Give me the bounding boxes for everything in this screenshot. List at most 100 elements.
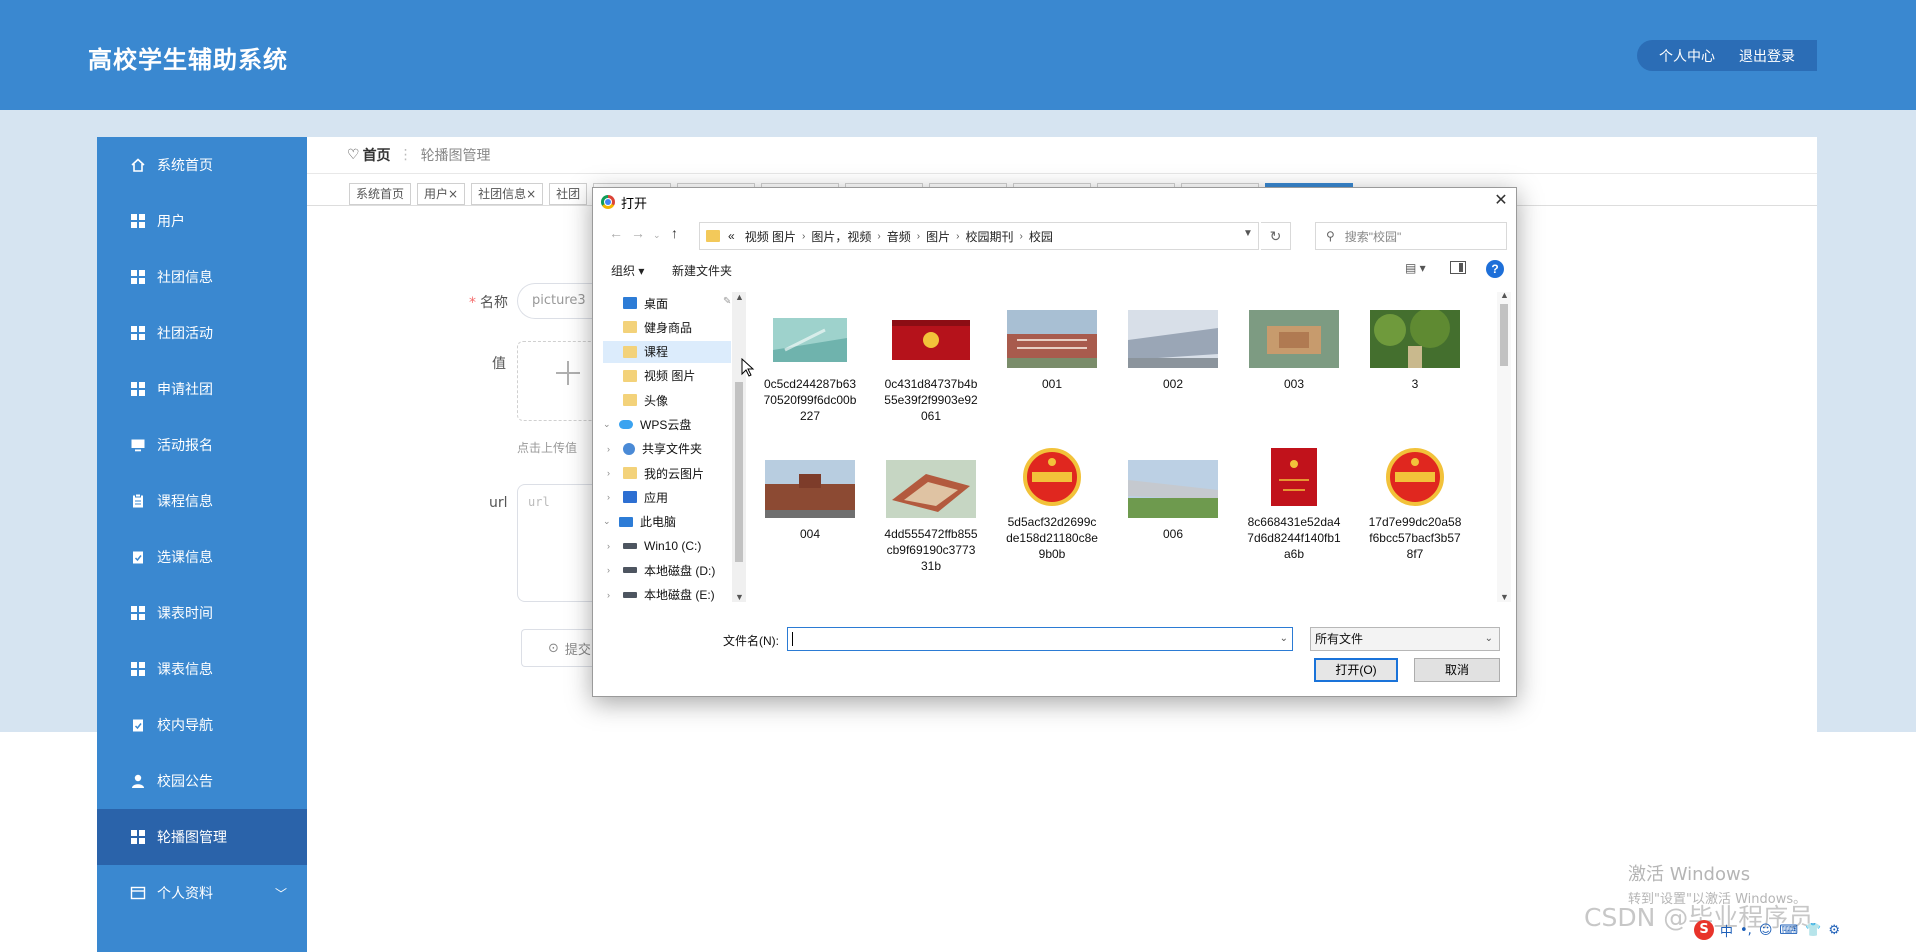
close-icon[interactable]: ✕ xyxy=(1489,190,1513,212)
ime-skin-icon[interactable]: 👕 xyxy=(1805,923,1821,938)
sidebar-item-course-info[interactable]: 课程信息 xyxy=(97,473,307,529)
expand-chevron-icon[interactable]: › xyxy=(607,492,617,502)
tree-item[interactable]: › 共享文件夹 xyxy=(603,438,731,460)
sidebar-item-club-activity[interactable]: 社团活动 xyxy=(97,305,307,361)
tree-item[interactable]: › 我的云图片 xyxy=(603,462,731,484)
path-segment[interactable]: 音频 xyxy=(887,228,911,245)
sidebar-item-campus-nav[interactable]: 校内导航 xyxy=(97,697,307,753)
filename-input[interactable]: ⌄ xyxy=(787,627,1293,651)
file-item[interactable]: 002 xyxy=(1118,310,1228,392)
url-textarea[interactable]: url xyxy=(517,484,597,602)
scrollbar-thumb[interactable] xyxy=(735,382,743,562)
tree-item[interactable]: 头像 xyxy=(603,389,731,411)
close-icon[interactable]: × xyxy=(448,187,458,201)
tree-scrollbar[interactable]: ▲ ▼ xyxy=(732,292,746,602)
pin-icon[interactable]: ✎ xyxy=(723,296,731,307)
tree-item[interactable]: 桌面 xyxy=(603,292,731,314)
sogou-logo-icon[interactable]: S xyxy=(1694,920,1714,940)
help-icon[interactable]: ? xyxy=(1486,260,1504,278)
tree-item[interactable]: 课程 xyxy=(603,340,731,363)
sidebar-item-apply-club[interactable]: 申请社团 xyxy=(97,361,307,417)
sidebar-item-users[interactable]: 用户 xyxy=(97,193,307,249)
ime-keyboard-icon[interactable]: ⌨ xyxy=(1779,923,1798,938)
tree-item[interactable]: › 本地磁盘 (E:) xyxy=(603,584,731,602)
tree-item[interactable]: › Win10 (C:) xyxy=(603,535,731,557)
expand-chevron-icon[interactable]: › xyxy=(607,541,617,551)
file-item[interactable]: 003 xyxy=(1239,310,1349,392)
scroll-down-icon[interactable]: ▼ xyxy=(1500,592,1509,602)
up-arrow-icon[interactable]: ↑ xyxy=(671,225,678,241)
path-segment[interactable]: 校园 xyxy=(1029,228,1053,245)
file-item[interactable]: 0c431d84737b4b55e39f2f9903e92061 xyxy=(876,310,986,424)
file-item[interactable]: 006 xyxy=(1118,460,1228,542)
breadcrumb-home[interactable]: 首页 xyxy=(363,145,391,165)
tree-item[interactable]: › 应用 xyxy=(603,486,731,508)
tab-home[interactable]: 系统首页 xyxy=(349,183,412,205)
path-segment[interactable]: 图片 xyxy=(926,228,950,245)
new-folder-button[interactable]: 新建文件夹 xyxy=(672,262,732,279)
refresh-button[interactable]: ↻ xyxy=(1261,222,1291,250)
expand-chevron-icon[interactable]: › xyxy=(607,565,617,575)
organize-button[interactable]: 组织 ▾ xyxy=(611,262,644,279)
sidebar-item-announcements[interactable]: 校园公告 xyxy=(97,753,307,809)
chevron-down-icon[interactable]: ⌄ xyxy=(1280,633,1288,644)
back-arrow-icon[interactable]: ← xyxy=(609,225,623,241)
close-icon[interactable]: × xyxy=(526,187,536,201)
tree-item[interactable]: 视频 图片 xyxy=(603,365,731,387)
scrollbar-thumb[interactable] xyxy=(1500,304,1508,366)
tab-users[interactable]: 用户× xyxy=(417,183,466,205)
path-segment[interactable]: 视频 图片 xyxy=(745,228,796,245)
logout-link[interactable]: 退出登录 xyxy=(1739,46,1795,66)
history-chevron-icon[interactable]: ⌄ xyxy=(653,230,661,241)
ime-mode[interactable]: 中 xyxy=(1720,921,1733,940)
sidebar-item-schedule-info[interactable]: 课表信息 xyxy=(97,641,307,697)
file-item[interactable]: 0c5cd244287b6370520f99f6dc00b227 xyxy=(755,310,865,424)
sidebar-item-home[interactable]: 系统首页 xyxy=(97,137,307,193)
cancel-button[interactable]: 取消 xyxy=(1414,658,1500,682)
scroll-up-icon[interactable]: ▲ xyxy=(735,292,744,302)
scroll-up-icon[interactable]: ▲ xyxy=(1500,290,1509,300)
scroll-down-icon[interactable]: ▼ xyxy=(735,592,744,602)
address-bar[interactable]: « 视频 图片 › 图片，视频 › 音频 › 图片 › 校园期刊 › 校园 xyxy=(699,222,1259,250)
ime-settings-icon[interactable]: ⚙ xyxy=(1828,923,1840,938)
forward-arrow-icon[interactable]: → xyxy=(631,225,645,241)
view-options-icon[interactable]: ▤ ▾ xyxy=(1405,261,1435,275)
file-item[interactable]: 4dd555472ffb855cb9f69190c377331b xyxy=(876,460,986,574)
file-scrollbar[interactable]: ▲ ▼ xyxy=(1497,290,1511,602)
sidebar-item-club-info[interactable]: 社团信息 xyxy=(97,249,307,305)
file-item[interactable]: 17d7e99dc20a58f6bcc57bacf3b578f7 xyxy=(1360,448,1470,562)
expand-chevron-icon[interactable]: › xyxy=(607,468,617,478)
file-item[interactable]: 8c668431e52da47d6d8244f140fb1a6b xyxy=(1239,448,1349,562)
sidebar-item-course-selection[interactable]: 选课信息 xyxy=(97,529,307,585)
ime-emoji-icon[interactable]: ☺ xyxy=(1759,923,1773,938)
tree-item[interactable]: ⌄ 此电脑 xyxy=(603,511,731,533)
chevron-down-icon[interactable]: ▼ xyxy=(1243,228,1253,239)
file-item[interactable]: 004 xyxy=(755,460,865,542)
file-item[interactable]: 5d5acf32d2699cde158d21180c8e9b0b xyxy=(997,448,1107,562)
expanded-chevron-icon[interactable]: ⌄ xyxy=(603,419,613,430)
search-input[interactable]: ⚲ 搜索"校园" xyxy=(1315,222,1507,250)
path-segment[interactable]: 图片，视频 xyxy=(811,228,871,245)
open-button[interactable]: 打开(O) xyxy=(1314,658,1398,682)
tree-item[interactable]: ⌄ WPS云盘 xyxy=(603,414,731,436)
submit-button[interactable]: ⊙ 提交 xyxy=(521,629,597,667)
tab-club[interactable]: 社团 xyxy=(549,183,588,205)
sidebar-item-profile[interactable]: 个人资料 ﹀ xyxy=(97,865,307,921)
tree-item[interactable]: › 本地磁盘 (D:) xyxy=(603,559,731,581)
path-segment[interactable]: 校园期刊 xyxy=(965,228,1013,245)
sidebar-item-carousel[interactable]: 轮播图管理 xyxy=(97,809,307,865)
ime-punct-icon[interactable]: •, xyxy=(1740,923,1752,938)
expanded-chevron-icon[interactable]: ⌄ xyxy=(603,516,613,527)
preview-pane-icon[interactable] xyxy=(1450,261,1466,274)
expand-chevron-icon[interactable]: › xyxy=(607,590,617,600)
file-item[interactable]: 3 xyxy=(1360,308,1470,392)
expand-chevron-icon[interactable]: › xyxy=(607,444,617,454)
tab-club-info[interactable]: 社团信息× xyxy=(471,183,544,205)
tree-item[interactable]: 健身商品 xyxy=(603,316,731,338)
image-upload-button[interactable] xyxy=(517,341,597,421)
profile-center-link[interactable]: 个人中心 xyxy=(1659,46,1715,66)
filetype-select[interactable]: 所有文件 ⌄ xyxy=(1310,627,1500,651)
sidebar-item-schedule-time[interactable]: 课表时间 xyxy=(97,585,307,641)
file-item[interactable]: 001 xyxy=(997,310,1107,392)
sidebar-item-activity-signup[interactable]: 活动报名 xyxy=(97,417,307,473)
